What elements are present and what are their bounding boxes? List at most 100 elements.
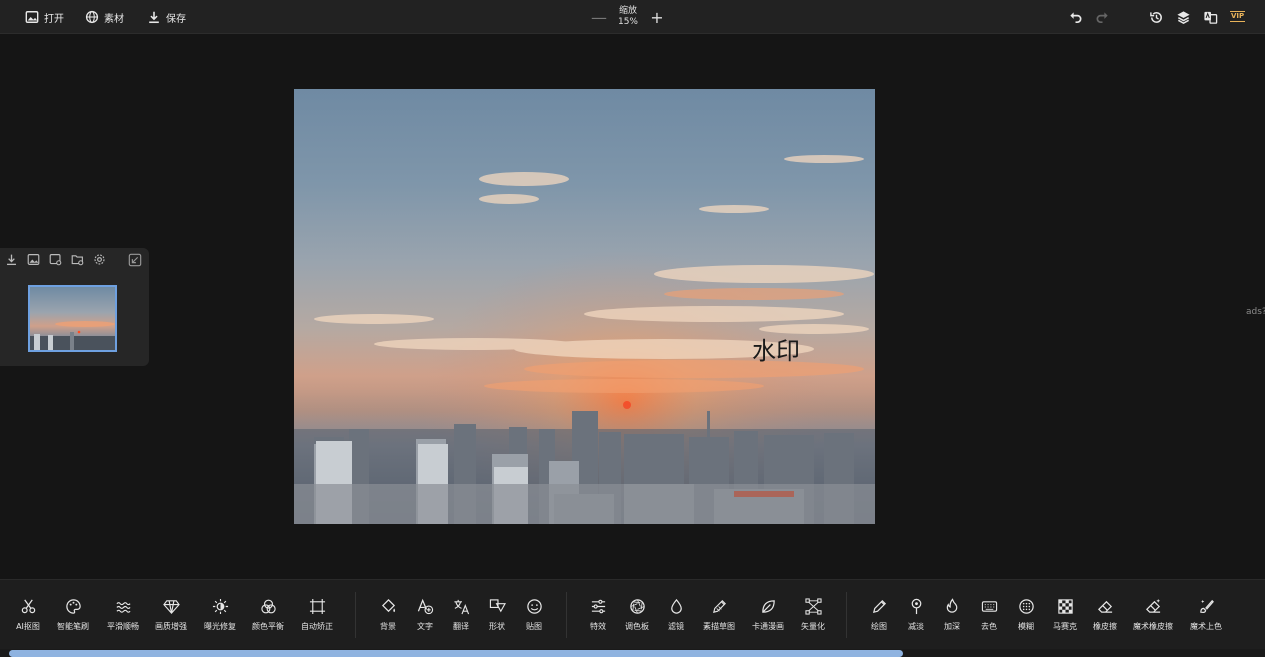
tool-exposure[interactable]: 曝光修复 [195,598,245,638]
tool-label: 马赛克 [1053,622,1077,631]
tool-label: 卡通漫画 [752,622,784,631]
burn-icon [946,598,957,613]
tool-label: 模糊 [1018,622,1034,631]
smile-icon [526,599,542,614]
tool-label: 调色板 [625,622,649,631]
tool-cartoon[interactable]: 卡通漫画 [743,598,793,638]
folder-settings-icon [71,254,83,265]
tool-label: 魔术上色 [1190,622,1222,631]
diamond-icon [162,600,180,614]
tool-label: AI抠图 [16,622,40,631]
edited-photo[interactable] [294,89,875,524]
tool-label: 贴图 [526,622,542,631]
toolbar-divider [355,592,356,638]
tool-auto-correct[interactable]: 自动矫正 [292,598,342,638]
vector-icon [804,598,822,615]
material-button[interactable]: 素材 [85,8,124,26]
pencil-icon [872,599,886,614]
download-page-button[interactable] [4,252,18,266]
tool-magic-color[interactable]: 魔术上色 [1181,598,1231,638]
tool-label: 翻译 [453,622,469,631]
shapes-icon [489,599,506,613]
horizontal-scrollbar[interactable] [0,649,1265,657]
layers-button[interactable] [1175,9,1191,25]
tool-color-balance[interactable]: 颜色平衡 [243,598,293,638]
tool-enhance[interactable]: 画质增强 [146,598,196,638]
magic-eraser-icon [1145,598,1160,613]
tool-smooth[interactable]: 平滑顺畅 [98,598,148,638]
sketch-icon [712,600,726,613]
image-icon [27,253,39,265]
page-thumbnail[interactable] [28,285,117,352]
tool-ai-cutout[interactable]: AI抠图 [3,598,53,638]
redo-button[interactable] [1094,9,1110,25]
mosaic-icon [1057,599,1073,614]
language-button[interactable] [1202,9,1218,25]
toolbar-divider [566,592,567,638]
pages-panel-toolbar [4,252,106,268]
material-label: 素材 [104,13,124,25]
folder-settings-button[interactable] [70,252,84,266]
add-image-button[interactable] [26,252,40,266]
download-icon [6,254,16,265]
text-add-icon [417,598,433,615]
tool-label: 去色 [981,622,997,631]
tool-label: 背景 [380,622,396,631]
vip-badge[interactable]: VIP [1230,11,1246,22]
download-icon [149,11,159,24]
paint-bucket-icon [381,599,395,613]
open-label: 打开 [44,13,64,25]
zoom-value: 15% [617,17,638,27]
tool-label: 文字 [417,622,433,631]
undo-icon [1069,11,1081,23]
tool-label: 智能笔刷 [57,622,89,631]
tool-stickers[interactable]: 贴图 [509,598,559,638]
translate-icon [453,599,469,615]
zoom-readout: 缩放 15% [618,6,638,28]
keyboard-icon [981,601,997,612]
zoom-in-button[interactable]: + [648,8,666,27]
tools-toolbar: AI抠图 智能笔刷 平滑顺畅 画质增强 曝光修复 颜色平衡 自动矫正 背景 文字… [0,579,1265,649]
eraser-icon [1097,600,1112,613]
tool-sketch[interactable]: 素描草图 [694,598,744,638]
tool-label: 曝光修复 [204,622,236,631]
zoom-out-button[interactable]: — [590,8,608,27]
tool-smart-brush[interactable]: 智能笔刷 [48,598,98,638]
waves-icon [115,602,131,613]
zoom-control: — 缩放 15% + [590,3,666,31]
layers-icon [1176,10,1190,24]
tool-label: 颜色平衡 [252,622,284,631]
collapse-panel-button[interactable] [128,252,142,267]
image-settings-icon [49,253,61,265]
cityscape-sunset-image [294,89,875,524]
tool-label: 加深 [944,622,960,631]
tool-label: 矢量化 [801,622,825,631]
blur-icon [1018,599,1034,614]
open-button[interactable]: 打开 [25,8,64,26]
history-button[interactable] [1148,9,1164,25]
image-settings-button[interactable] [48,252,62,266]
tool-label: 素描草图 [703,622,735,631]
tool-vectorize[interactable]: 矢量化 [788,598,838,638]
save-button[interactable]: 保存 [147,8,186,26]
magic-brush-icon [1199,599,1214,614]
settings-button[interactable] [92,252,106,266]
drop-icon [670,598,682,614]
thumbnail-image [30,321,115,350]
tool-magic-eraser[interactable]: 魔术橡皮擦 [1128,598,1178,638]
watermark-text[interactable]: 水印 [752,331,800,366]
tool-label: 滤镜 [668,622,684,631]
crop-icon [309,598,325,615]
redo-icon [1096,11,1108,23]
translate-icon [1203,11,1217,24]
toolbar-divider [846,592,847,638]
aperture-icon [629,599,645,614]
tool-label: 形状 [489,622,505,631]
undo-button[interactable] [1067,9,1083,25]
collapse-icon [128,253,142,267]
tool-eraser[interactable]: 橡皮擦 [1080,598,1130,638]
palette-icon [65,599,81,614]
scrollbar-thumb[interactable] [9,650,903,657]
pages-panel [0,248,149,366]
zoom-label: 缩放 [618,6,637,16]
